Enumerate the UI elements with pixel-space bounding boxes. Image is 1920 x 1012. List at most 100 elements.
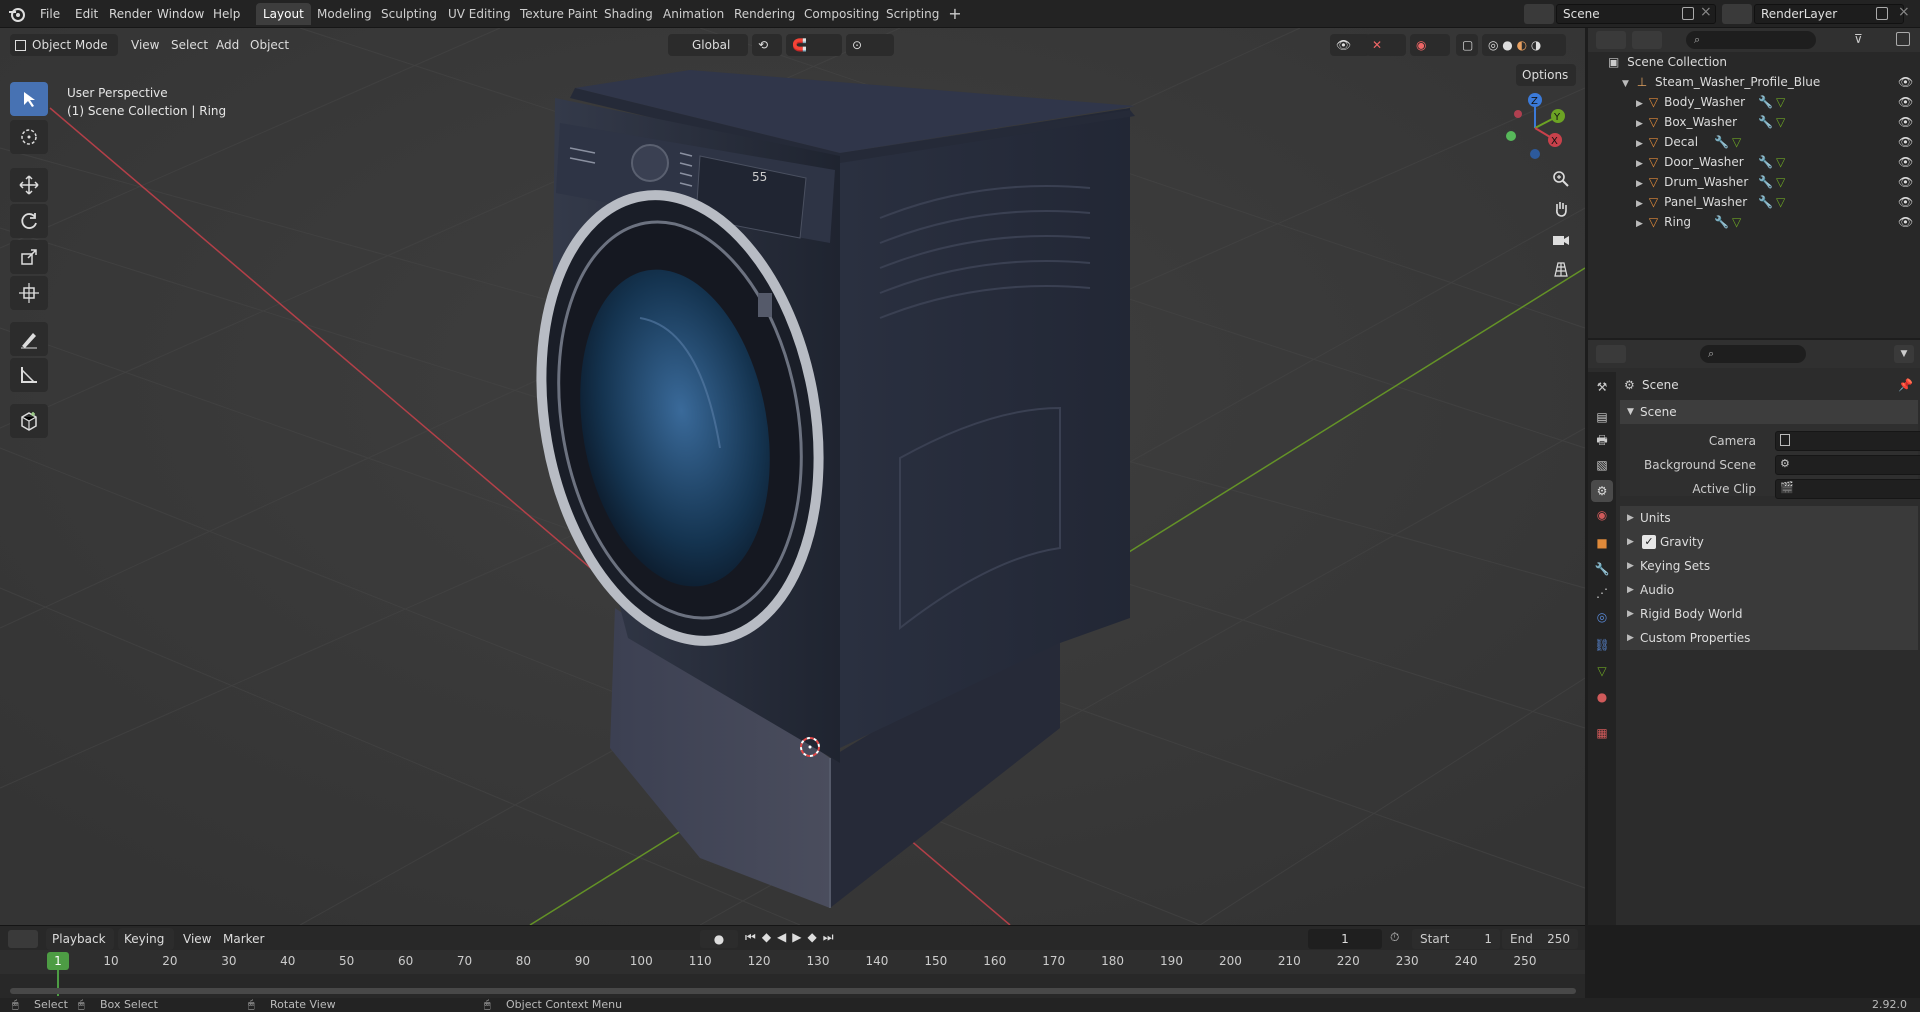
measure-tool[interactable] <box>10 358 48 392</box>
menu-file[interactable]: File <box>34 4 66 24</box>
next-keyframe-icon[interactable]: ◆ <box>808 930 817 948</box>
expand-arrow-icon[interactable]: ▶ <box>1636 179 1643 189</box>
select-box-tool[interactable] <box>10 82 48 116</box>
editor-type-icon[interactable] <box>1596 31 1626 49</box>
transform-tool[interactable] <box>10 276 48 310</box>
delete-view-layer-icon[interactable]: × <box>1898 4 1910 20</box>
particles-tab-icon[interactable]: ⋰ <box>1591 582 1613 604</box>
modifier-wrench-icon[interactable]: 🔧 <box>1714 212 1729 232</box>
tab-compositing[interactable]: Compositing <box>797 3 886 25</box>
object-tab-icon[interactable]: ■ <box>1591 532 1613 554</box>
auto-keying-button[interactable]: ● <box>700 930 738 948</box>
transform-orientation-dropdown[interactable]: Global <box>668 34 748 56</box>
material-tab-icon[interactable]: ● <box>1591 686 1613 708</box>
camera-field[interactable]: ✎ <box>1775 431 1920 451</box>
new-scene-icon[interactable] <box>1682 7 1694 20</box>
move-tool[interactable] <box>10 168 48 202</box>
visibility-eye-icon[interactable]: 👁 <box>1898 112 1913 132</box>
scale-tool[interactable] <box>10 240 48 274</box>
gizmo-toggle-icon[interactable]: ✕ <box>1366 34 1406 56</box>
menu-render[interactable]: Render <box>103 4 158 24</box>
output-tab-icon[interactable]: 🖶 <box>1591 430 1613 452</box>
modifier-wrench-icon[interactable]: 🔧 <box>1714 132 1729 152</box>
tab-scripting[interactable]: Scripting <box>879 3 946 25</box>
mesh-data-icon[interactable]: ▽ <box>1776 92 1785 112</box>
mesh-data-icon[interactable]: ▽ <box>1776 192 1785 212</box>
mesh-data-icon[interactable]: ▽ <box>1776 152 1785 172</box>
add-cube-tool[interactable] <box>10 404 48 438</box>
pivot-point-icon[interactable]: ⟲ <box>752 34 782 56</box>
tab-texture-paint[interactable]: Texture Paint <box>513 3 604 25</box>
visibility-eye-icon[interactable]: 👁 <box>1898 152 1913 172</box>
overlays-icon[interactable]: ◉ <box>1410 34 1450 56</box>
delete-scene-icon[interactable]: × <box>1700 4 1712 20</box>
options-dropdown-icon[interactable]: ▼ <box>1894 345 1914 363</box>
timeline-scrollbar[interactable] <box>10 988 1576 994</box>
gizmo-neg-y-axis[interactable] <box>1506 131 1516 141</box>
start-frame-field[interactable]: Start 1 <box>1412 929 1500 949</box>
menu-edit[interactable]: Edit <box>69 4 104 24</box>
object-mode-dropdown[interactable]: Object Mode <box>10 34 118 56</box>
proportional-editing-icon[interactable]: ⊙ <box>846 34 894 56</box>
current-frame-field[interactable]: 1 <box>1308 929 1382 949</box>
properties-search-input[interactable]: ⌕ <box>1700 345 1806 363</box>
tab-uv-editing[interactable]: UV Editing <box>441 3 518 25</box>
expand-arrow-icon[interactable]: ▶ <box>1636 119 1643 129</box>
rotate-tool[interactable] <box>10 204 48 238</box>
rigid-body-world-section-header[interactable]: ▶ Rigid Body World <box>1620 602 1918 626</box>
tab-layout[interactable]: Layout <box>256 3 311 25</box>
snap-icon[interactable]: 🧲 <box>786 34 842 56</box>
audio-section-header[interactable]: ▶ Audio <box>1620 578 1918 602</box>
3d-viewport[interactable]: 55 Object Mode View Select Add Object Gl… <box>0 28 1585 925</box>
prev-keyframe-icon[interactable]: ◆ <box>762 930 771 948</box>
zoom-icon[interactable] <box>1546 165 1576 193</box>
expand-arrow-icon[interactable]: ▼ <box>1622 79 1629 89</box>
expand-arrow-icon[interactable]: ▶ <box>1636 219 1643 229</box>
active-clip-field[interactable]: 🎬 <box>1775 479 1920 499</box>
data-tab-icon[interactable]: ▽ <box>1591 660 1613 682</box>
cursor-tool[interactable] <box>10 120 48 154</box>
outliner-object-row[interactable]: ▶ ▽ Decal 🔧 ▽ 👁 <box>1588 132 1920 152</box>
scene-tab-icon[interactable]: ⚙ <box>1591 480 1613 502</box>
gizmo-neg-z-axis[interactable] <box>1530 149 1540 159</box>
scene-section-header[interactable]: ▼ Scene <box>1620 400 1918 424</box>
viewport-menu-add[interactable]: Add <box>211 34 244 56</box>
outliner-object-row[interactable]: ▶ ▽ Ring 🔧 ▽ 👁 <box>1588 212 1920 232</box>
outliner-collection-row[interactable]: ▼ ⊥ Steam_Washer_Profile_Blue 👁 <box>1588 72 1920 92</box>
timeline-view-menu[interactable]: View <box>178 928 216 950</box>
visibility-eye-icon[interactable]: 👁 <box>1898 92 1913 112</box>
constraints-tab-icon[interactable]: ⛓ <box>1591 634 1613 656</box>
viewport-menu-view[interactable]: View <box>126 34 164 56</box>
outliner-object-row[interactable]: ▶ ▽ Panel_Washer 🔧 ▽ 👁 <box>1588 192 1920 212</box>
physics-tab-icon[interactable]: ◎ <box>1591 606 1613 628</box>
pan-hand-icon[interactable] <box>1546 195 1576 223</box>
preview-range-icon[interactable]: ⏱ <box>1390 930 1399 945</box>
visibility-eye-icon[interactable]: 👁 <box>1898 192 1913 212</box>
jump-end-icon[interactable]: ⏭ <box>823 930 834 948</box>
mesh-data-icon[interactable]: ▽ <box>1732 212 1741 232</box>
units-section-header[interactable]: ▶ Units <box>1620 506 1918 530</box>
visibility-eye-icon[interactable]: 👁 <box>1898 212 1913 232</box>
tool-tab-icon[interactable]: ⚒ <box>1591 376 1613 398</box>
navigation-gizmo[interactable]: Z Y X <box>1498 86 1568 166</box>
viewport-menu-object[interactable]: Object <box>245 34 294 56</box>
jump-start-icon[interactable]: ⏮ <box>745 930 756 948</box>
pin-icon[interactable]: 📌 <box>1898 374 1913 396</box>
menu-window[interactable]: Window <box>151 4 210 24</box>
filter-icon[interactable]: ⊽ <box>1854 32 1863 46</box>
camera-view-icon[interactable] <box>1546 225 1576 253</box>
viewport-menu-select[interactable]: Select <box>166 34 213 56</box>
view-layer-browse-icon[interactable] <box>1722 4 1752 24</box>
modifier-tab-icon[interactable]: 🔧 <box>1591 558 1613 580</box>
expand-arrow-icon[interactable]: ▶ <box>1636 99 1643 109</box>
perspective-toggle-icon[interactable] <box>1546 255 1576 283</box>
add-workspace-button[interactable]: + <box>946 5 964 23</box>
annotate-tool[interactable] <box>10 322 48 356</box>
outliner-object-row[interactable]: ▶ ▽ Drum_Washer 🔧 ▽ 👁 <box>1588 172 1920 192</box>
scene-browse-icon[interactable] <box>1524 4 1554 24</box>
modifier-wrench-icon[interactable]: 🔧 <box>1758 112 1773 132</box>
visibility-eye-icon[interactable]: 👁 <box>1898 172 1913 192</box>
modifier-wrench-icon[interactable]: 🔧 <box>1758 152 1773 172</box>
world-tab-icon[interactable]: ◉ <box>1591 504 1613 526</box>
visibility-icon[interactable]: 👁 <box>1330 34 1370 56</box>
